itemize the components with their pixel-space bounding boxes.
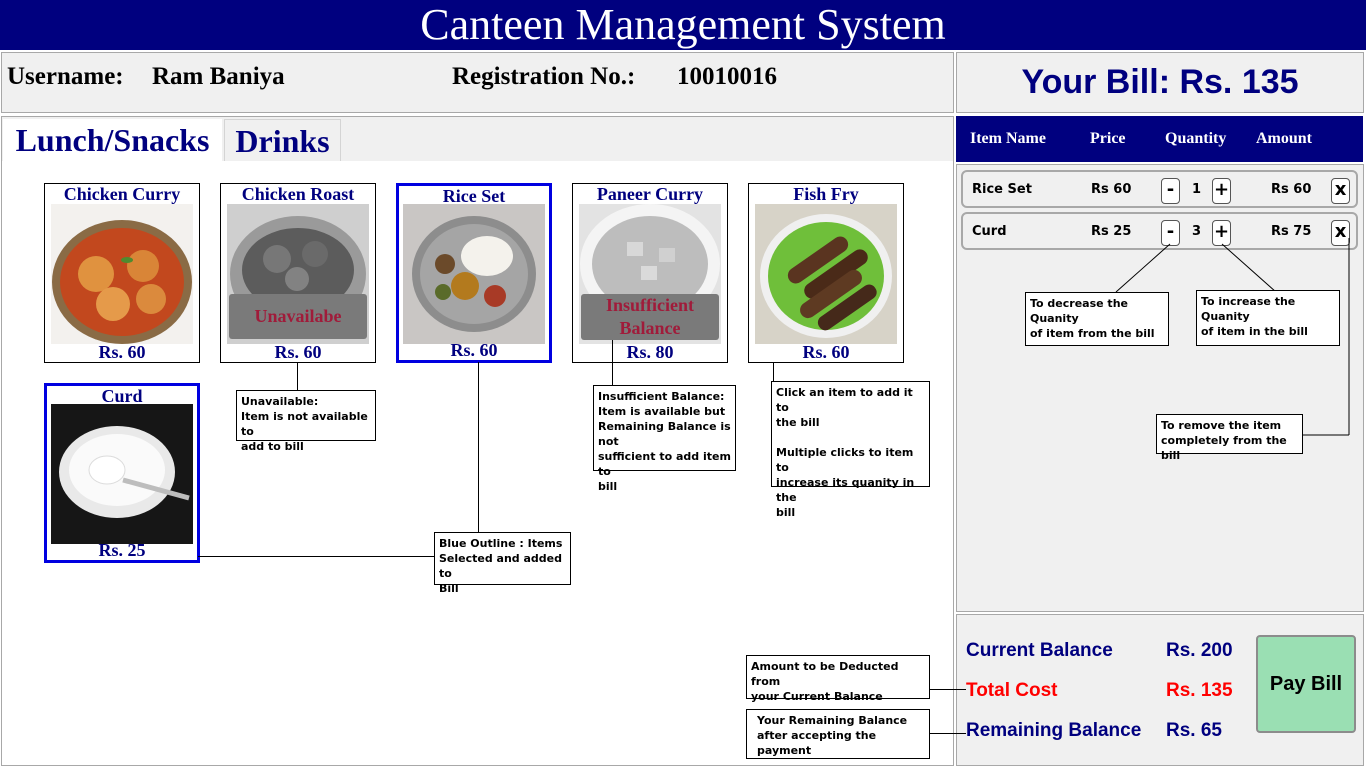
col-amount: Amount [1256,130,1313,147]
food-card-rice-set[interactable]: Rice Set Rs. 60 [396,183,552,363]
food-card-curd[interactable]: Curd Rs. 25 [44,383,200,563]
bill-annotation-lines [1115,238,1350,436]
col-item-name: Item Name [970,130,1046,147]
rice-set-image [403,204,545,344]
note-click-to-add: Click an item to add it to the bill Multip… [771,381,930,519]
registration-value: 10010016 [677,63,777,90]
pay-bill-button[interactable]: Pay Bill [1256,635,1356,733]
note-insufficient: Insufficient Balance: Item is available b… [593,385,736,493]
food-name: Curd [101,386,143,406]
food-name: Rice Set [442,186,506,206]
note-increase: To increase the Quanity of item in the bi… [1196,290,1340,346]
unavailable-overlay: Unavailabe [229,294,367,339]
food-card-fish-fry[interactable]: Fish Fry Rs. 60 [748,183,904,363]
connector-line [297,362,298,390]
food-name: Paneer Curry [596,184,704,204]
app-title: Canteen Management System [0,0,1366,50]
total-cost-value: Rs. 135 [1166,680,1233,701]
current-balance-value: Rs. 200 [1166,640,1233,661]
food-name: Fish Fry [793,184,859,204]
food-price: Rs. 80 [626,342,674,362]
food-price: Rs. 60 [450,340,498,360]
username-value: Ram Baniya [152,63,285,90]
chicken-curry-image [51,204,193,344]
food-price: Rs. 25 [98,540,146,560]
food-card-chicken-curry[interactable]: Chicken Curry Rs. 60 [44,183,200,363]
connector-line [612,340,613,385]
food-price: Rs. 60 [274,342,322,362]
registration-label: Registration No.: [452,63,636,90]
note-remaining: Your Remaining Balance after accepting th… [746,709,930,759]
note-blue-outline: Blue Outline : Items Selected and added t… [434,532,571,595]
curd-image [51,404,193,544]
col-price: Price [1090,130,1126,147]
bill-column-headers: Item Name Price Quantity Amount [956,116,1363,162]
connector-line [198,556,434,557]
food-card-paneer-curry[interactable]: Paneer Curry Insufficient Balance Rs. 80 [572,183,728,363]
note-remove: To remove the item completely from the bi… [1156,414,1303,462]
note-deduct: Amount to be Deducted from your Current B… [746,655,930,703]
col-quantity: Quantity [1165,130,1227,147]
food-price: Rs. 60 [98,342,146,362]
tab-drinks[interactable]: Drinks [224,119,341,161]
connector-line [930,689,966,690]
username-label: Username: [7,63,124,90]
fish-fry-image [755,204,897,344]
total-cost-label: Total Cost [966,680,1058,701]
note-unavailable: Unavailable: Item is not available to add … [236,390,376,453]
insufficient-overlay: Insufficient Balance [581,294,719,340]
food-name: Chicken Roast [241,184,355,204]
note-decrease: To decrease the Quanity of item from the … [1025,292,1169,346]
tab-lunch-snacks[interactable]: Lunch/Snacks [3,119,222,161]
connector-line [478,362,479,532]
food-name: Chicken Curry [63,184,181,204]
bill-total-heading: Your Bill: Rs. 135 [956,52,1364,113]
current-balance-label: Current Balance [966,640,1113,661]
food-price: Rs. 60 [802,342,850,362]
food-card-chicken-roast[interactable]: Chicken Roast Unavailabe Rs. 60 [220,183,376,363]
connector-line [773,362,774,382]
remaining-balance-label: Remaining Balance [966,720,1142,741]
connector-line [930,733,966,734]
remaining-balance-value: Rs. 65 [1166,720,1222,741]
